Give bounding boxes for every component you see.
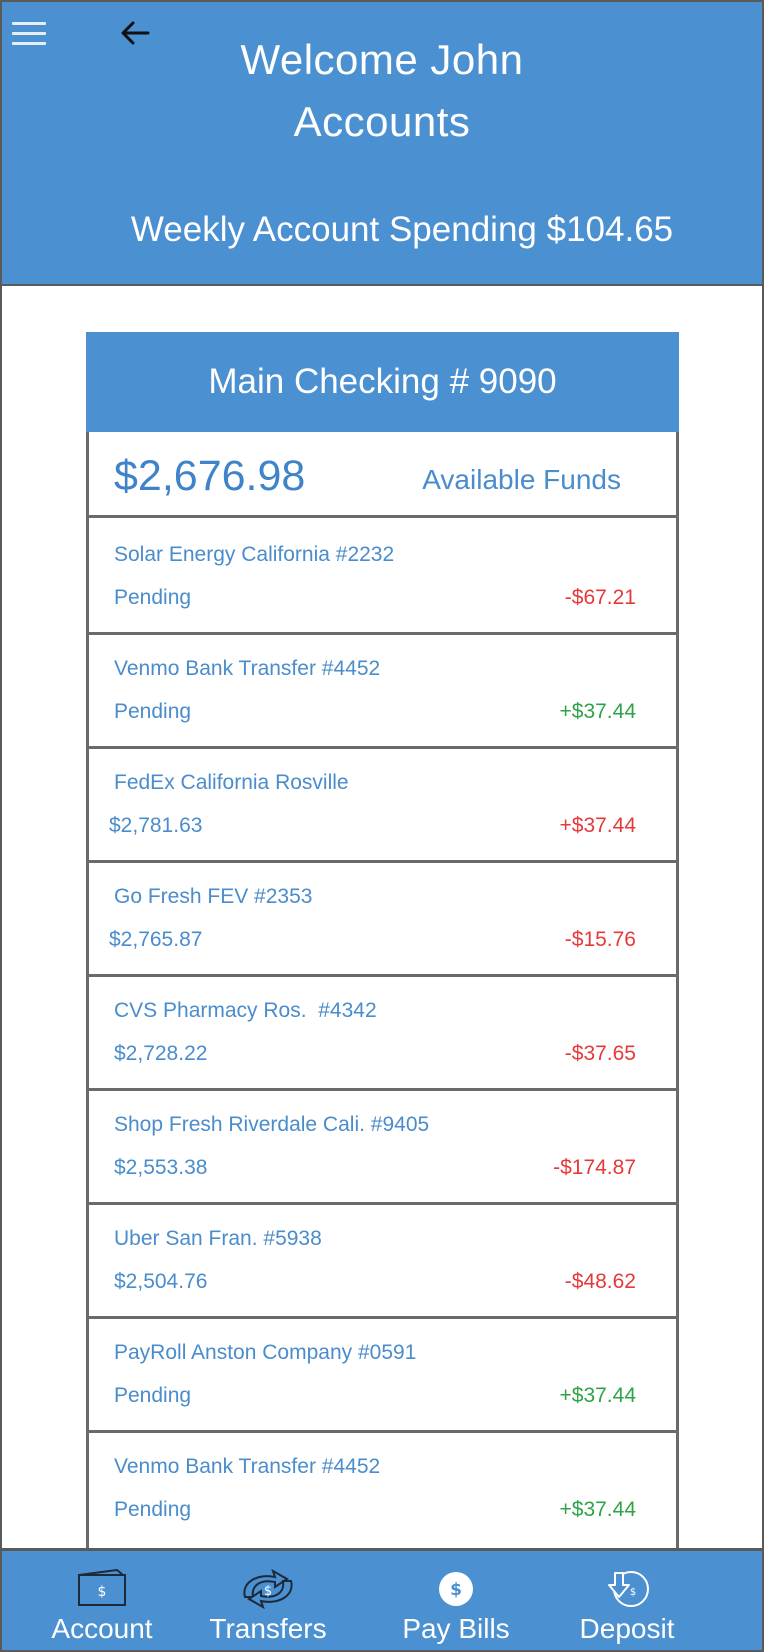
available-funds-label: Available Funds [422,464,621,495]
svg-text:$: $ [98,1584,107,1600]
transaction-balance: $2,728.22 [114,1042,208,1065]
transaction-row[interactable]: Venmo Bank Transfer #4452 Pending +$37.4… [89,635,676,749]
available-balance: $2,676.98 [114,452,306,500]
transaction-amount: -$15.76 [564,928,636,951]
transaction-amount: -$37.65 [564,1042,636,1065]
transaction-balance: $2,504.76 [114,1270,208,1293]
transaction-amount: +$37.44 [559,700,637,723]
transaction-name: Venmo Bank Transfer #4452 [114,1455,381,1478]
transaction-balance: $2,781.63 [109,814,203,837]
transaction-balance: $2,765.87 [109,928,203,951]
page-title: Accounts [293,98,471,145]
transaction-amount: +$37.44 [559,1498,637,1521]
transaction-row[interactable]: Uber San Fran. #5938 $2,504.76 -$48.62 [89,1205,676,1319]
wallet-icon: $ [77,1568,127,1612]
nav-account-label: Account [51,1613,153,1644]
transaction-name: CVS Pharmacy Ros. #4342 [114,999,377,1022]
transaction-amount: -$48.62 [564,1270,636,1293]
welcome-title: Welcome John [240,36,524,83]
transaction-row[interactable]: FedEx California Rosville $2,781.63 +$37… [89,749,676,863]
transaction-name: Venmo Bank Transfer #4452 [114,657,381,680]
header: Welcome John Accounts Weekly Account Spe… [2,2,762,286]
deposit-icon: $ [603,1569,651,1614]
balance-row: $2,676.98 Available Funds [89,432,676,518]
account-card: Main Checking # 9090 $2,676.98 Available… [86,332,679,1554]
transaction-row[interactable]: CVS Pharmacy Ros. #4342 $2,728.22 -$37.6… [89,977,676,1091]
transaction-name: Go Fresh FEV #2353 [114,885,313,908]
transaction-status: Pending [114,1384,192,1407]
svg-text:$: $ [264,1584,272,1599]
transaction-row[interactable]: PayRoll Anston Company #0591 Pending +$3… [89,1319,676,1433]
nav-transfers-label: Transfers [209,1613,327,1644]
transaction-row[interactable]: Go Fresh FEV #2353 $2,765.87 -$15.76 [89,863,676,977]
transaction-status: Pending [114,1498,192,1521]
transaction-amount: -$67.21 [564,586,636,609]
transaction-row[interactable]: Shop Fresh Riverdale Cali. #9405 $2,553.… [89,1091,676,1205]
nav-pay-bills-label: Pay Bills [402,1613,510,1644]
transaction-name: Uber San Fran. #5938 [114,1227,322,1250]
nav-transfers[interactable]: $ Transfers [198,1551,338,1650]
nav-account[interactable]: $ Account [42,1551,162,1650]
nav-deposit-label: Deposit [579,1613,675,1644]
transaction-name: PayRoll Anston Company #0591 [114,1341,417,1364]
transaction-row[interactable]: Solar Energy California #2232 Pending -$… [89,521,676,635]
transaction-status: Pending [114,586,192,609]
transaction-name: Shop Fresh Riverdale Cali. #9405 [114,1113,430,1136]
svg-text:$: $ [630,1587,636,1598]
transaction-status: Pending [114,700,192,723]
bottom-nav: $ Account $ Transfers $ Pay Bills $ Depo… [2,1548,762,1650]
transaction-amount: +$37.44 [559,1384,637,1407]
transaction-amount: -$174.87 [553,1156,636,1179]
transaction-row[interactable]: Venmo Bank Transfer #4452 Pending +$37.4… [89,1433,676,1547]
transaction-balance: $2,553.38 [114,1156,208,1179]
weekly-spending: Weekly Account Spending $104.65 [130,210,674,249]
dollar-coin-icon: $ [436,1569,476,1614]
transfer-arrows-icon: $ [237,1568,299,1614]
svg-text:$: $ [450,1580,462,1600]
transaction-amount: +$37.44 [559,814,637,837]
transaction-name: FedEx California Rosville [114,771,349,794]
transaction-name: Solar Energy California #2232 [114,543,395,566]
account-title[interactable]: Main Checking # 9090 [86,332,679,432]
app-screen: Welcome John Accounts Weekly Account Spe… [0,0,764,1652]
nav-deposit[interactable]: $ Deposit [562,1551,692,1650]
nav-pay-bills[interactable]: $ Pay Bills [386,1551,526,1650]
